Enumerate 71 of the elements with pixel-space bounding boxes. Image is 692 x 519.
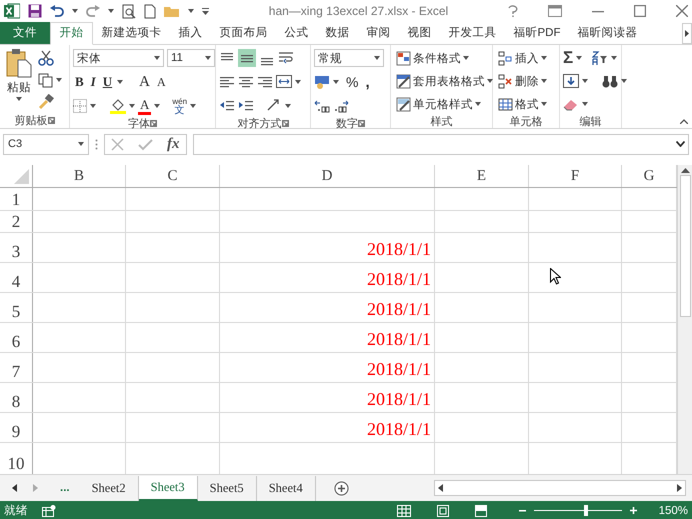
ribbon-tab[interactable]: 视图 [399,23,440,44]
group-label: 字体 [128,116,150,131]
row-header[interactable]: 4 [12,272,20,292]
cells-menu-button[interactable]: 格式 [496,94,549,114]
name-box[interactable]: C3 [3,134,89,154]
date-cell: 2018/1/1 [366,239,431,260]
row-header[interactable]: 8 [12,392,20,412]
row-header[interactable]: 3 [12,242,20,262]
group-label: 数字 [336,116,358,131]
group-label: 单元格 [510,115,542,129]
sheet-tab[interactable]: Sheet3 [138,476,198,500]
column-header[interactable]: G [644,168,654,184]
date-cell: 2018/1/1 [366,299,431,320]
autosum-button[interactable]: Σ [563,48,574,68]
column-header[interactable]: C [167,168,178,184]
font-name-field[interactable]: 宋体 [73,49,164,67]
font-color-button[interactable]: A [138,97,152,115]
ribbon-tab[interactable]: 公式 [276,23,317,44]
italic-button[interactable]: I [88,72,98,92]
ribbon-tab[interactable]: 插入 [170,23,211,44]
group-label: 编辑 [580,115,602,129]
sheet-tab[interactable]: Sheet4 [256,476,316,500]
group-label: 剪贴板 [14,114,48,128]
ribbon-tab[interactable]: 福昕阅读器 [569,23,646,44]
bold-button[interactable]: B [73,72,86,92]
ribbon-tab[interactable]: 文件 [0,22,50,44]
ribbon-tab[interactable]: 福昕PDF [505,23,569,44]
column-header[interactable]: F [570,168,580,184]
row-header[interactable]: 2 [12,212,20,232]
insert-function-button[interactable]: fx [167,136,180,152]
cells-menu-button[interactable]: 删除 [496,71,549,91]
shrink-font-button[interactable]: A [154,72,168,92]
ribbon-tab[interactable]: 新建选项卡 [93,23,170,44]
group-label: 样式 [430,115,452,129]
window-title: han—xing 13excel 27.xlsx - Excel [268,4,450,18]
column-header[interactable]: D [322,168,332,184]
zoom-level[interactable]: 150% [658,504,688,516]
sheet-tab[interactable]: Sheet5 [198,476,257,500]
date-cell: 2018/1/1 [366,389,431,410]
ribbon-tab[interactable]: 开始 [50,22,93,45]
percent-button[interactable]: % [342,74,362,90]
comma-button[interactable]: , [365,74,370,90]
styles-menu-button[interactable]: 套用表格格式 [394,71,495,91]
more-sheets-button[interactable]: ... [50,482,80,494]
date-cell: 2018/1/1 [366,269,431,290]
styles-menu-button[interactable]: 条件格式 [394,48,495,68]
ribbon-tab[interactable]: 页面布局 [211,23,276,44]
row-header[interactable]: 6 [12,332,20,352]
number-format-field[interactable]: 常规 [314,49,384,67]
paste-button[interactable]: 粘贴 [7,80,31,95]
date-cell: 2018/1/1 [366,419,431,440]
column-header[interactable]: E [476,168,486,184]
underline-button[interactable]: U [100,72,114,92]
row-header[interactable]: 9 [12,422,20,442]
date-cell: 2018/1/1 [366,359,431,380]
cells-menu-button[interactable]: 插入 [496,48,549,68]
row-header[interactable]: 10 [8,454,24,474]
date-cell: 2018/1/1 [366,329,431,350]
ribbon-tab[interactable]: 审阅 [358,23,399,44]
row-header[interactable]: 1 [12,190,20,210]
phonetic-guide-button[interactable]: wén 文 [172,97,188,115]
group-label: 对齐方式 [238,116,282,131]
styles-menu-button[interactable]: 单元格样式 [394,94,495,114]
column-header[interactable]: B [74,168,84,184]
ribbon-tab[interactable]: 数据 [317,23,358,44]
ribbon-tab[interactable]: 开发工具 [440,23,505,44]
font-size-field[interactable]: 11 [167,49,215,67]
row-header[interactable]: 7 [12,362,20,382]
row-header[interactable]: 5 [12,302,20,322]
grow-font-button[interactable]: A [137,72,152,92]
status-text: 就绪 [4,504,28,518]
